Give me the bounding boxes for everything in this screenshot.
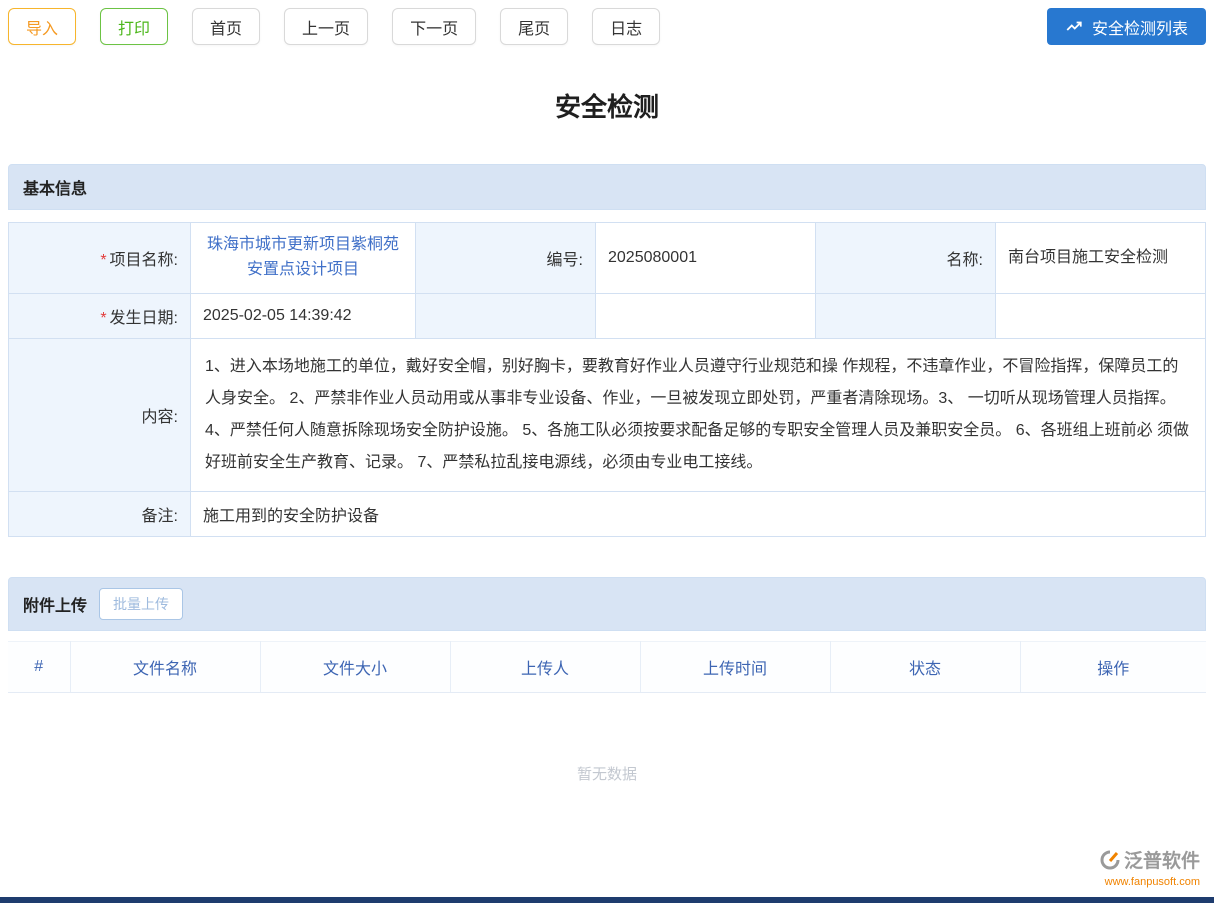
name-label-cell: 名称: <box>816 223 996 294</box>
column-upload-time: 上传时间 <box>640 641 830 692</box>
attachments-header-row: # 文件名称 文件大小 上传人 上传时间 状态 操作 <box>8 641 1206 692</box>
name-label: 名称: <box>947 252 983 269</box>
trend-arrow-icon <box>1065 18 1083 36</box>
required-mark: * <box>100 252 106 269</box>
footer-brand-block: 泛普软件 www.fanpusoft.com <box>1100 850 1200 889</box>
empty-label-cell-2 <box>816 293 996 338</box>
column-status: 状态 <box>830 641 1020 692</box>
basic-info-panel: 基本信息 *项目名称: 珠海市城市更新项目紫桐苑安置点设计项目 <box>8 164 1206 537</box>
content-label: 内容: <box>142 409 178 426</box>
content-value-cell: 1、进入本场地施工的单位，戴好安全帽，别好胸卡，要教育好作业人员遵守行业规范和操… <box>191 338 1206 491</box>
attachments-section-title: 附件上传 <box>23 592 87 616</box>
content-value: 1、进入本场地施工的单位，戴好安全帽，别好胸卡，要教育好作业人员遵守行业规范和操… <box>205 358 1189 471</box>
remark-label: 备注: <box>142 508 178 525</box>
column-uploader: 上传人 <box>450 641 640 692</box>
project-name-label: 项目名称: <box>110 252 178 269</box>
remark-label-cell: 备注: <box>9 491 191 536</box>
toolbar: 导入 打印 首页 上一页 下一页 尾页 日志 安全检测列表 <box>6 8 1208 45</box>
empty-value-cell-2 <box>996 293 1206 338</box>
first-page-button[interactable]: 首页 <box>192 8 260 45</box>
column-file-size: 文件大小 <box>260 641 450 692</box>
batch-upload-button[interactable]: 批量上传 <box>99 588 183 620</box>
fanpu-logo-icon <box>1100 850 1120 875</box>
next-page-button[interactable]: 下一页 <box>392 8 476 45</box>
project-name-label-cell: *项目名称: <box>9 223 191 294</box>
prev-page-button[interactable]: 上一页 <box>284 8 368 45</box>
bottom-bar <box>0 897 1214 903</box>
number-label: 编号: <box>547 252 583 269</box>
page-title: 安全检测 <box>6 87 1208 124</box>
row-project-number-name: *项目名称: 珠海市城市更新项目紫桐苑安置点设计项目 编号: 202508000… <box>9 223 1206 294</box>
name-value-cell: 南台项目施工安全检测 <box>996 223 1206 294</box>
remark-value: 施工用到的安全防护设备 <box>203 508 379 525</box>
empty-state-text: 暂无数据 <box>8 693 1206 855</box>
column-file-name: 文件名称 <box>70 641 260 692</box>
basic-info-section-header: 基本信息 <box>8 164 1206 210</box>
row-remark: 备注: 施工用到的安全防护设备 <box>9 491 1206 536</box>
date-label: 发生日期: <box>110 310 178 327</box>
empty-value-cell-1 <box>596 293 816 338</box>
project-name-link[interactable]: 珠海市城市更新项目紫桐苑安置点设计项目 <box>203 233 403 283</box>
attachments-panel: 附件上传 批量上传 # 文件名称 文件大小 上传人 上传时间 状态 <box>8 577 1206 855</box>
required-mark: * <box>100 310 106 327</box>
log-button[interactable]: 日志 <box>592 8 660 45</box>
number-value: 2025080001 <box>608 249 697 266</box>
attachments-table: # 文件名称 文件大小 上传人 上传时间 状态 操作 <box>8 641 1206 693</box>
footer-brand-text: 泛普软件 <box>1124 851 1200 874</box>
column-operation: 操作 <box>1020 641 1206 692</box>
row-date: *发生日期: 2025-02-05 14:39:42 <box>9 293 1206 338</box>
row-content: 内容: 1、进入本场地施工的单位，戴好安全帽，别好胸卡，要教育好作业人员遵守行业… <box>9 338 1206 491</box>
footer-url-text: www.fanpusoft.com <box>1100 876 1200 889</box>
number-value-cell: 2025080001 <box>596 223 816 294</box>
date-value: 2025-02-05 14:39:42 <box>203 307 352 324</box>
column-index: # <box>8 641 70 692</box>
basic-info-section-title: 基本信息 <box>23 175 87 199</box>
safety-inspection-list-label: 安全检测列表 <box>1092 15 1188 39</box>
remark-value-cell: 施工用到的安全防护设备 <box>191 491 1206 536</box>
date-label-cell: *发生日期: <box>9 293 191 338</box>
safety-inspection-list-button[interactable]: 安全检测列表 <box>1047 8 1206 45</box>
safety-inspection-page: 导入 打印 首页 上一页 下一页 尾页 日志 安全检测列表 安全检测 <box>0 0 1214 903</box>
project-name-value-cell: 珠海市城市更新项目紫桐苑安置点设计项目 <box>191 223 416 294</box>
print-button[interactable]: 打印 <box>100 8 168 45</box>
empty-label-cell-1 <box>416 293 596 338</box>
number-label-cell: 编号: <box>416 223 596 294</box>
basic-info-table: *项目名称: 珠海市城市更新项目紫桐苑安置点设计项目 编号: 202508000… <box>8 222 1206 537</box>
attachments-section-header: 附件上传 批量上传 <box>8 577 1206 631</box>
content-label-cell: 内容: <box>9 338 191 491</box>
last-page-button[interactable]: 尾页 <box>500 8 568 45</box>
name-value: 南台项目施工安全检测 <box>1008 249 1168 266</box>
import-button[interactable]: 导入 <box>8 8 76 45</box>
page-content: 导入 打印 首页 上一页 下一页 尾页 日志 安全检测列表 安全检测 <box>0 0 1214 855</box>
date-value-cell: 2025-02-05 14:39:42 <box>191 293 416 338</box>
footer-brand-row: 泛普软件 <box>1100 850 1200 875</box>
